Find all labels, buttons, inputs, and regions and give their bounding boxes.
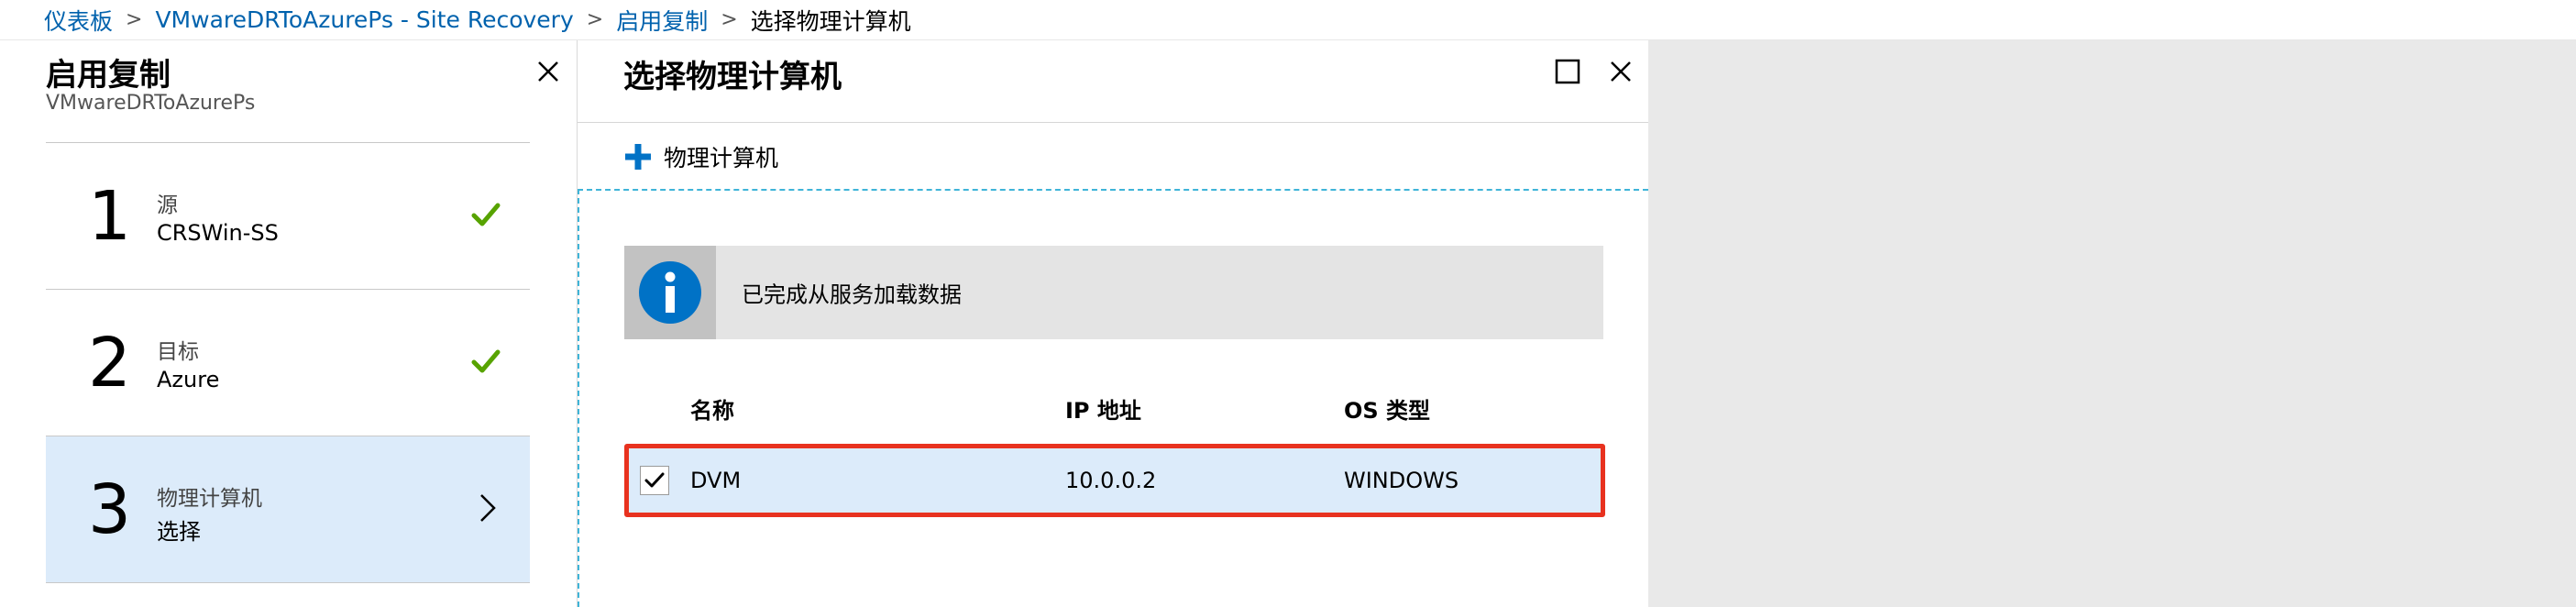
step-source[interactable]: 1 源 CRSWin-SS: [46, 143, 530, 290]
step-number: 3: [88, 469, 132, 549]
step-label: 源: [157, 193, 178, 217]
empty-canvas: [1648, 40, 2576, 607]
breadcrumb-site-recovery-link[interactable]: VMwareDRToAzurePs - Site Recovery: [155, 6, 573, 33]
blade-title: 选择物理计算机: [623, 59, 842, 95]
step-value: Azure: [157, 367, 220, 392]
breadcrumb-separator-icon: >: [721, 8, 738, 31]
maximize-icon[interactable]: [1551, 55, 1584, 88]
breadcrumb-separator-icon: >: [586, 8, 604, 31]
step-number: 1: [88, 176, 132, 256]
blade-subtitle: VMwareDRToAzurePs: [46, 92, 256, 115]
checkmark-icon: [469, 345, 502, 378]
column-header-ip[interactable]: IP 地址: [1065, 392, 1141, 425]
column-header-os[interactable]: OS 类型: [1344, 392, 1430, 425]
machine-selection-panel: 已完成从服务加载数据 名称 IP 地址 OS 类型 DVM 10.0.0.2 W…: [578, 189, 1648, 607]
step-value: CRSWin-SS: [157, 220, 279, 246]
step-label: 物理计算机: [157, 487, 262, 511]
breadcrumb: 仪表板 > VMwareDRToAzurePs - Site Recovery …: [0, 0, 2576, 40]
table-row[interactable]: DVM 10.0.0.2 WINDOWS: [624, 444, 1605, 517]
chevron-right-icon: [477, 491, 499, 524]
breadcrumb-dashboard-link[interactable]: 仪表板: [44, 4, 113, 37]
header-divider: [578, 122, 1648, 123]
grid-header: 名称 IP 地址 OS 类型: [579, 392, 1650, 429]
add-physical-machine-button[interactable]: 物理计算机: [623, 136, 778, 178]
info-message-text: 已完成从服务加载数据: [742, 281, 962, 308]
enable-replication-blade: 启用复制 VMwareDRToAzurePs 1 源 CRSWin-SS 2 目…: [0, 40, 578, 607]
cell-ip-address: 10.0.0.2: [1065, 468, 1157, 493]
info-message-bar: 已完成从服务加载数据: [624, 246, 1603, 339]
step-value: 选择: [157, 519, 201, 545]
plus-icon: [623, 142, 653, 171]
step-target[interactable]: 2 目标 Azure: [46, 290, 530, 436]
step-label: 目标: [157, 340, 199, 364]
wizard-steps: 1 源 CRSWin-SS 2 目标 Azure 3 物理计算机 选择: [46, 142, 530, 583]
cell-os-type: WINDOWS: [1344, 468, 1459, 493]
breadcrumb-current: 选择物理计算机: [750, 7, 911, 35]
info-icon: [624, 246, 716, 339]
checkmark-icon: [469, 198, 502, 231]
step-physical-machines[interactable]: 3 物理计算机 选择: [46, 436, 530, 583]
add-button-label: 物理计算机: [664, 145, 779, 171]
cell-machine-name: DVM: [690, 468, 742, 493]
checkbox-checked-icon[interactable]: [640, 466, 669, 495]
close-icon[interactable]: [1602, 53, 1639, 90]
breadcrumb-separator-icon: >: [126, 8, 143, 31]
breadcrumb-enable-replication-link[interactable]: 启用复制: [616, 4, 708, 37]
step-number: 2: [88, 323, 132, 403]
select-physical-machine-blade: 选择物理计算机 物理计算机 已完成从服务加载数据 名称 IP 地址 OS 类型 …: [578, 40, 1648, 607]
close-icon[interactable]: [530, 53, 567, 90]
blade-title: 启用复制: [46, 57, 171, 94]
column-header-name[interactable]: 名称: [690, 392, 734, 425]
